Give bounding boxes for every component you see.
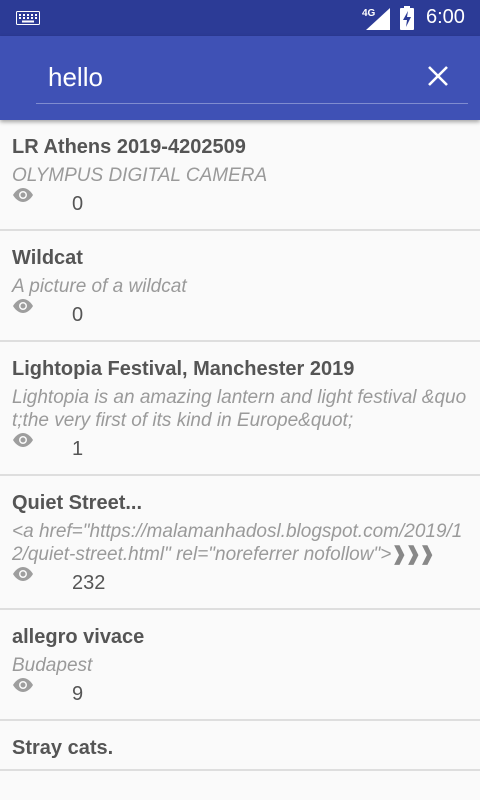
list-item[interactable]: Wildcat A picture of a wildcat 0 — [0, 231, 480, 342]
eye-icon — [13, 567, 33, 581]
list-item[interactable]: Lightopia Festival, Manchester 2019 Ligh… — [0, 342, 480, 476]
search-underline — [36, 103, 468, 104]
item-description-wrap: <a href="https://malamanhadosl.blogspot.… — [12, 520, 468, 566]
list-item[interactable]: allegro vivace Budapest 9 — [0, 610, 480, 721]
eye-icon — [13, 678, 33, 692]
item-description: Lightopia is an amazing lantern and ligh… — [12, 387, 467, 431]
item-title: Stray cats. — [12, 737, 114, 759]
view-count: 1 — [72, 438, 84, 460]
battery-charging-icon — [400, 6, 414, 30]
item-meta: 1 — [12, 432, 468, 466]
item-meta: 232 — [12, 566, 468, 600]
item-meta: 9 — [12, 677, 468, 711]
search-results-list: LR Athens 2019-4202509 OLYMPUS DIGITAL C… — [0, 120, 480, 771]
search-input[interactable] — [48, 60, 378, 94]
clear-search-button[interactable] — [418, 56, 458, 96]
view-count: 232 — [72, 572, 106, 594]
eye-icon — [13, 433, 33, 447]
signal-icon — [366, 8, 390, 30]
close-icon — [428, 66, 448, 86]
item-title: Quiet Street... — [12, 492, 143, 514]
status-bar: 4G 6:00 — [0, 0, 480, 36]
item-description: OLYMPUS DIGITAL CAMERA — [12, 165, 268, 186]
item-description: A picture of a wildcat — [12, 276, 187, 297]
eye-icon — [13, 299, 33, 313]
clock: 6:00 — [426, 6, 465, 28]
list-item[interactable]: Stray cats. — [0, 721, 480, 771]
item-meta: 0 — [12, 187, 468, 221]
item-title: Wildcat — [12, 247, 83, 269]
item-title: Lightopia Festival, Manchester 2019 — [12, 358, 355, 380]
truncation-glyph: ❱❱❱ — [391, 544, 435, 565]
eye-icon — [13, 188, 33, 202]
search-toolbar — [0, 36, 480, 120]
list-item[interactable]: LR Athens 2019-4202509 OLYMPUS DIGITAL C… — [0, 120, 480, 231]
view-count: 0 — [72, 193, 84, 215]
item-title: allegro vivace — [12, 626, 145, 648]
view-count: 0 — [72, 304, 84, 326]
item-title: LR Athens 2019-4202509 — [12, 136, 246, 158]
item-meta: 0 — [12, 298, 468, 332]
keyboard-icon — [16, 11, 40, 25]
view-count: 9 — [72, 683, 84, 705]
item-description: Budapest — [12, 655, 93, 676]
list-item[interactable]: Quiet Street... <a href="https://malaman… — [0, 476, 480, 610]
